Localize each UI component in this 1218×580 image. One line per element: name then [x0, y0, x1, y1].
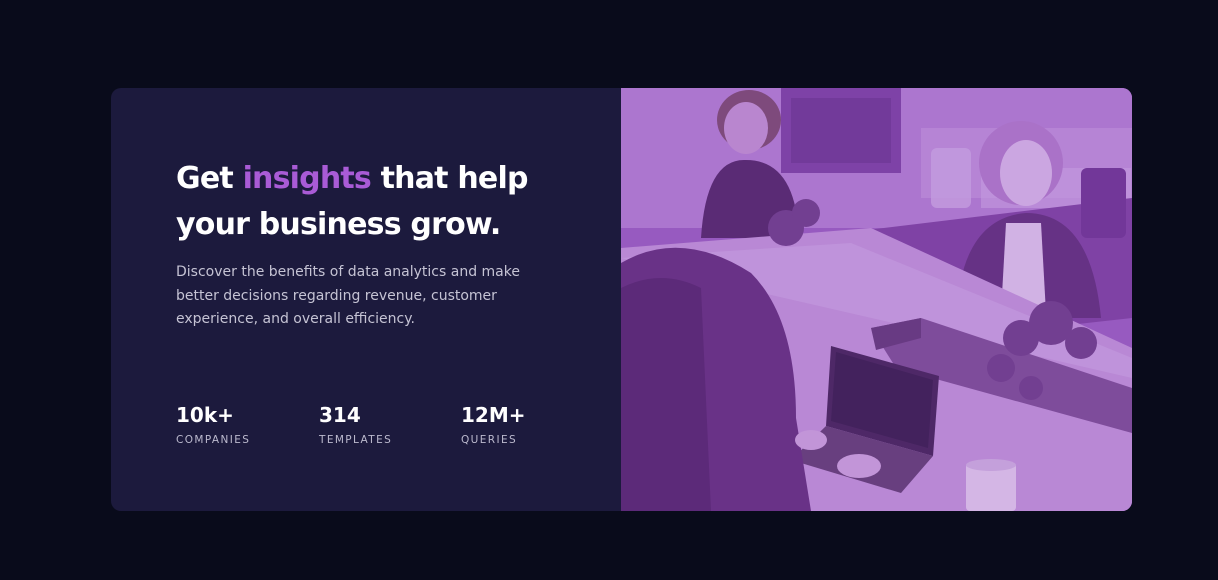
stat-value: 12M+ [461, 403, 526, 427]
headline-accent: insights [242, 161, 372, 196]
stat-label: COMPANIES [176, 434, 251, 446]
stats-preview-card: Get insights that help your business gro… [111, 88, 1132, 511]
stat-label: QUERIES [461, 434, 518, 446]
stats-row: 10k+ COMPANIES 314 TEMPLATES 12M+ QUERIE… [176, 402, 561, 446]
stat-companies: 10k+ COMPANIES [176, 402, 319, 446]
stat-queries: 12M+ QUERIES [461, 402, 561, 446]
headline: Get insights that help your business gro… [176, 156, 536, 248]
office-photo-illustration [621, 88, 1132, 511]
description: Discover the benefits of data analytics … [176, 264, 520, 327]
office-team-photo [621, 88, 1132, 511]
headline-start: Get [176, 161, 243, 196]
stat-label: TEMPLATES [319, 434, 393, 446]
stat-value: 10k+ [176, 403, 234, 427]
stat-value: 314 [319, 403, 361, 427]
card-content: Get insights that help your business gro… [111, 88, 621, 511]
stat-templates: 314 TEMPLATES [319, 402, 461, 446]
